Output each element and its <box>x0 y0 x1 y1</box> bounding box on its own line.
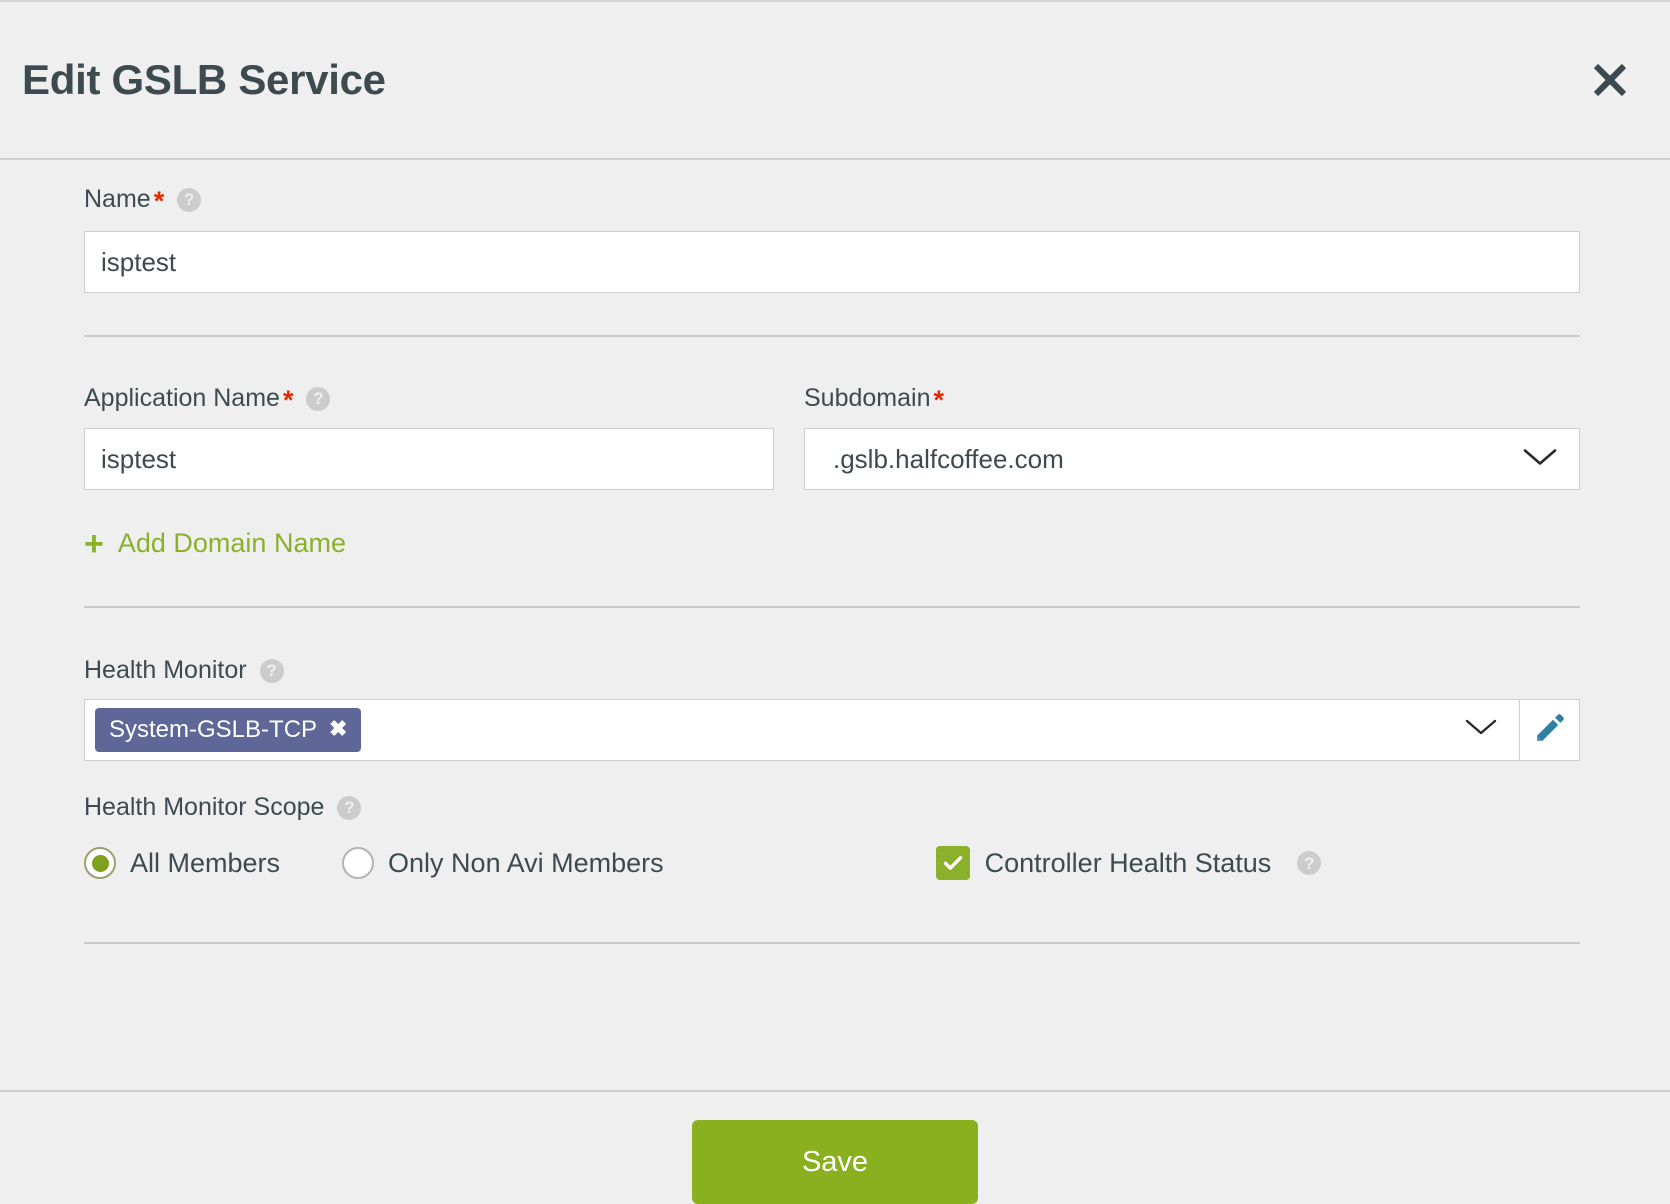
radio-all-members-label: All Members <box>130 847 281 878</box>
health-monitor-select[interactable]: System-GSLB-TCP ✖ <box>84 699 1520 761</box>
plus-icon: + <box>84 525 104 563</box>
modal-header: Edit GSLB Service <box>0 2 1670 160</box>
close-icon <box>1589 59 1631 101</box>
name-field-group: Name * ? isptest <box>0 160 1670 293</box>
chevron-down-icon <box>1465 718 1497 742</box>
radio-all-members[interactable]: All Members <box>84 847 280 879</box>
help-icon[interactable]: ? <box>177 187 202 212</box>
radio-icon-selected <box>84 847 116 879</box>
help-icon[interactable]: ? <box>1297 851 1322 875</box>
domain-field-group: Application Name * ? isptest Subdomain * .… <box>0 337 1670 563</box>
required-marker: * <box>933 385 944 415</box>
pencil-icon <box>1533 711 1567 750</box>
radio-only-non-avi-members[interactable]: Only Non Avi Members <box>342 847 664 879</box>
page-title: Edit GSLB Service <box>22 56 386 103</box>
health-monitor-scope-label: Health Monitor Scope ? <box>84 795 1580 820</box>
health-monitor-label-text: Health Monitor <box>84 656 247 684</box>
help-icon[interactable]: ? <box>306 386 331 411</box>
required-marker: * <box>282 385 294 415</box>
edit-health-monitor-button[interactable] <box>1520 699 1580 761</box>
controller-health-status-label: Controller Health Status <box>984 847 1272 878</box>
application-name-group: Application Name * ? isptest <box>84 385 774 490</box>
required-marker: * <box>153 186 165 216</box>
subdomain-select[interactable]: .gslb.halfcoffee.com <box>804 428 1580 490</box>
name-label: Name * ? <box>84 185 1580 216</box>
application-name-label: Application Name * ? <box>84 384 774 415</box>
save-button[interactable]: Save <box>692 1120 978 1204</box>
modal-footer: Save <box>0 1090 1670 1204</box>
name-label-text: Name <box>84 185 151 213</box>
help-icon[interactable]: ? <box>259 658 284 683</box>
add-domain-name-button[interactable]: + Add Domain Name <box>84 525 346 563</box>
checkbox-icon-checked <box>935 846 970 880</box>
checkbox-controller-health-status[interactable]: Controller Health Status ? <box>935 846 1322 880</box>
edit-gslb-service-modal: Edit GSLB Service Name * ? isptest Appli… <box>0 0 1670 1204</box>
subdomain-label: Subdomain * <box>804 384 1580 415</box>
name-input[interactable]: isptest <box>84 231 1580 293</box>
close-button[interactable] <box>1582 52 1638 108</box>
application-name-label-text: Application Name <box>84 384 280 412</box>
radio-icon-unselected <box>342 847 375 879</box>
application-name-input-value: isptest <box>101 443 177 474</box>
add-domain-name-label: Add Domain Name <box>117 527 346 558</box>
chevron-down-icon <box>1523 444 1557 475</box>
health-monitor-control: System-GSLB-TCP ✖ <box>84 699 1580 761</box>
health-monitor-scope-options: All Members Only Non Avi Members Control… <box>84 846 1580 880</box>
chip-remove-icon[interactable]: ✖ <box>329 718 347 740</box>
radio-only-non-avi-members-label: Only Non Avi Members <box>388 847 664 878</box>
health-monitor-chip[interactable]: System-GSLB-TCP ✖ <box>95 708 362 752</box>
help-icon[interactable]: ? <box>337 795 362 820</box>
subdomain-selected-value: .gslb.halfcoffee.com <box>833 443 1064 474</box>
modal-body: Name * ? isptest Application Name * ? ispt… <box>0 160 1670 1090</box>
name-input-value: isptest <box>101 246 177 277</box>
application-name-input[interactable]: isptest <box>84 428 774 490</box>
health-monitor-chip-label: System-GSLB-TCP <box>109 716 318 743</box>
subdomain-label-text: Subdomain <box>804 384 931 412</box>
health-monitor-scope-label-text: Health Monitor Scope <box>84 793 325 821</box>
health-monitor-label: Health Monitor ? <box>84 658 1580 683</box>
health-monitor-group: Health Monitor ? System-GSLB-TCP ✖ Healt… <box>0 608 1670 880</box>
subdomain-group: Subdomain * .gslb.halfcoffee.com <box>804 385 1580 490</box>
divider-3 <box>84 942 1580 944</box>
